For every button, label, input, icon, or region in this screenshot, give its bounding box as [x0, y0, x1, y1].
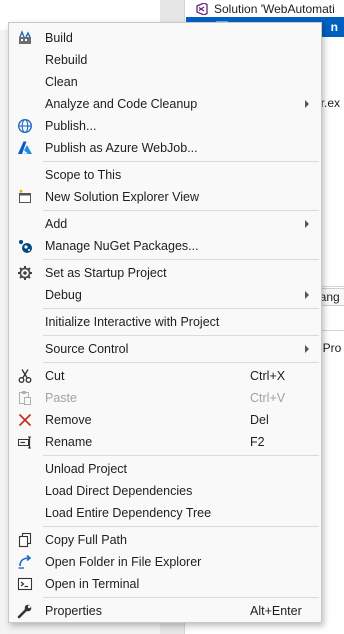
menu-item-open-folder[interactable]: Open Folder in File Explorer — [9, 551, 321, 573]
paste-icon — [17, 390, 33, 406]
menu-item-label: Unload Project — [45, 462, 127, 476]
menu-item-label: Set as Startup Project — [45, 266, 167, 280]
menu-separator — [43, 161, 319, 162]
scissors-icon — [17, 368, 33, 384]
gear-icon — [17, 265, 33, 281]
menu-item-shortcut: Ctrl+X — [250, 369, 286, 383]
menu-item-label: Publish as Azure WebJob... — [45, 141, 198, 155]
menu-item-copy-full-path[interactable]: Copy Full Path — [9, 529, 321, 551]
menu-item-unload-project[interactable]: Unload Project — [9, 458, 321, 480]
menu-item-properties[interactable]: Properties Alt+Enter — [9, 600, 321, 622]
menu-item-manage-nuget[interactable]: Manage NuGet Packages... — [9, 235, 321, 257]
menu-item-new-solution-explorer-view[interactable]: New Solution Explorer View — [9, 186, 321, 208]
menu-item-shortcut: F2 — [250, 435, 265, 449]
menu-separator — [43, 335, 319, 336]
menu-item-analyze[interactable]: Analyze and Code Cleanup — [9, 93, 321, 115]
menu-item-set-startup[interactable]: Set as Startup Project — [9, 262, 321, 284]
menu-item-label: Manage NuGet Packages... — [45, 239, 199, 253]
menu-item-publish[interactable]: Publish... — [9, 115, 321, 137]
menu-item-label: Add — [45, 217, 68, 231]
menu-item-label: Initialize Interactive with Project — [45, 315, 220, 329]
menu-separator — [43, 455, 319, 456]
menu-separator — [43, 362, 319, 363]
menu-item-load-direct-dependencies[interactable]: Load Direct Dependencies — [9, 480, 321, 502]
remove-icon — [17, 412, 33, 428]
menu-item-initialize-interactive[interactable]: Initialize Interactive with Project — [9, 311, 321, 333]
menu-item-label: Debug — [45, 288, 82, 302]
menu-item-label: Cut — [45, 369, 65, 383]
open-folder-icon — [17, 554, 33, 570]
menu-separator — [43, 210, 319, 211]
solution-node[interactable]: Solution 'WebAutomati — [196, 0, 344, 17]
menu-item-label: Properties — [45, 604, 102, 618]
menu-item-open-terminal[interactable]: Open in Terminal — [9, 573, 321, 595]
menu-item-debug[interactable]: Debug — [9, 284, 321, 306]
menu-item-shortcut: Alt+Enter — [250, 604, 302, 618]
menu-item-label: Load Entire Dependency Tree — [45, 506, 212, 520]
visual-studio-icon — [196, 1, 208, 16]
menu-item-publish-azure[interactable]: Publish as Azure WebJob... — [9, 137, 321, 159]
menu-item-label: Source Control — [45, 342, 129, 356]
menu-separator — [43, 597, 319, 598]
copy-icon — [17, 532, 33, 548]
solution-node-label: Solution 'WebAutomati — [214, 1, 335, 16]
menu-item-label: Scope to This — [45, 168, 122, 182]
menu-item-clean[interactable]: Clean — [9, 71, 321, 93]
menu-item-shortcut: Del — [250, 413, 269, 427]
azure-icon — [17, 140, 33, 156]
menu-item-paste: Paste Ctrl+V — [9, 387, 321, 409]
menu-item-rebuild[interactable]: Rebuild — [9, 49, 321, 71]
context-menu: Build Rebuild Clean Analyze and Code Cle… — [8, 22, 322, 623]
menu-item-label: New Solution Explorer View — [45, 190, 200, 204]
menu-item-label: Rename — [45, 435, 93, 449]
globe-icon — [17, 118, 33, 134]
wrench-icon — [17, 603, 33, 619]
menu-item-label: Clean — [45, 75, 78, 89]
menu-item-add[interactable]: Add — [9, 213, 321, 235]
rename-icon — [17, 434, 33, 450]
build-icon — [17, 30, 33, 46]
menu-item-load-entire-dependency-tree[interactable]: Load Entire Dependency Tree — [9, 502, 321, 524]
submenu-arrow-icon — [305, 220, 309, 228]
nuget-icon — [17, 238, 33, 254]
submenu-arrow-icon — [305, 291, 309, 299]
menu-item-label: Remove — [45, 413, 92, 427]
menu-item-rename[interactable]: Rename F2 — [9, 431, 321, 453]
menu-item-remove[interactable]: Remove Del — [9, 409, 321, 431]
menu-item-scope-to-this[interactable]: Scope to This — [9, 164, 321, 186]
new-view-icon — [17, 189, 33, 205]
submenu-arrow-icon — [305, 100, 309, 108]
menu-item-shortcut: Ctrl+V — [250, 391, 286, 405]
menu-item-label: Paste — [45, 391, 77, 405]
menu-separator — [43, 526, 319, 527]
menu-item-label: Copy Full Path — [45, 533, 127, 547]
menu-item-label: Publish... — [45, 119, 97, 133]
menu-item-label: Analyze and Code Cleanup — [45, 97, 198, 111]
menu-separator — [43, 308, 319, 309]
submenu-arrow-icon — [305, 345, 309, 353]
menu-item-label: Open in Terminal — [45, 577, 140, 591]
terminal-icon — [17, 576, 33, 592]
menu-item-label: Rebuild — [45, 53, 88, 67]
menu-item-build[interactable]: Build — [9, 27, 321, 49]
menu-item-label: Build — [45, 31, 73, 45]
menu-item-cut[interactable]: Cut Ctrl+X — [9, 365, 321, 387]
menu-item-source-control[interactable]: Source Control — [9, 338, 321, 360]
menu-item-label: Load Direct Dependencies — [45, 484, 193, 498]
menu-separator — [43, 259, 319, 260]
selected-project-label: n — [330, 20, 338, 34]
menu-item-label: Open Folder in File Explorer — [45, 555, 202, 569]
